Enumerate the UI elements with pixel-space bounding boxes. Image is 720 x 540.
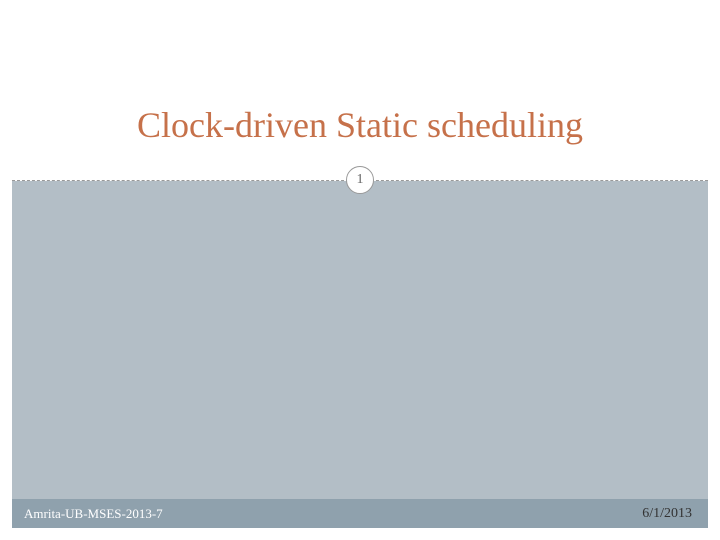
lower-section [12,181,708,499]
page-number: 1 [357,172,364,188]
slide-title: Clock-driven Static scheduling [0,104,720,146]
footer-bar: Amrita-UB-MSES-2013-7 [12,499,708,528]
footer-text: Amrita-UB-MSES-2013-7 [24,506,163,522]
date-label: 6/1/2013 [642,506,692,522]
page-number-badge: 1 [346,166,374,194]
upper-section: Clock-driven Static scheduling [0,0,720,180]
